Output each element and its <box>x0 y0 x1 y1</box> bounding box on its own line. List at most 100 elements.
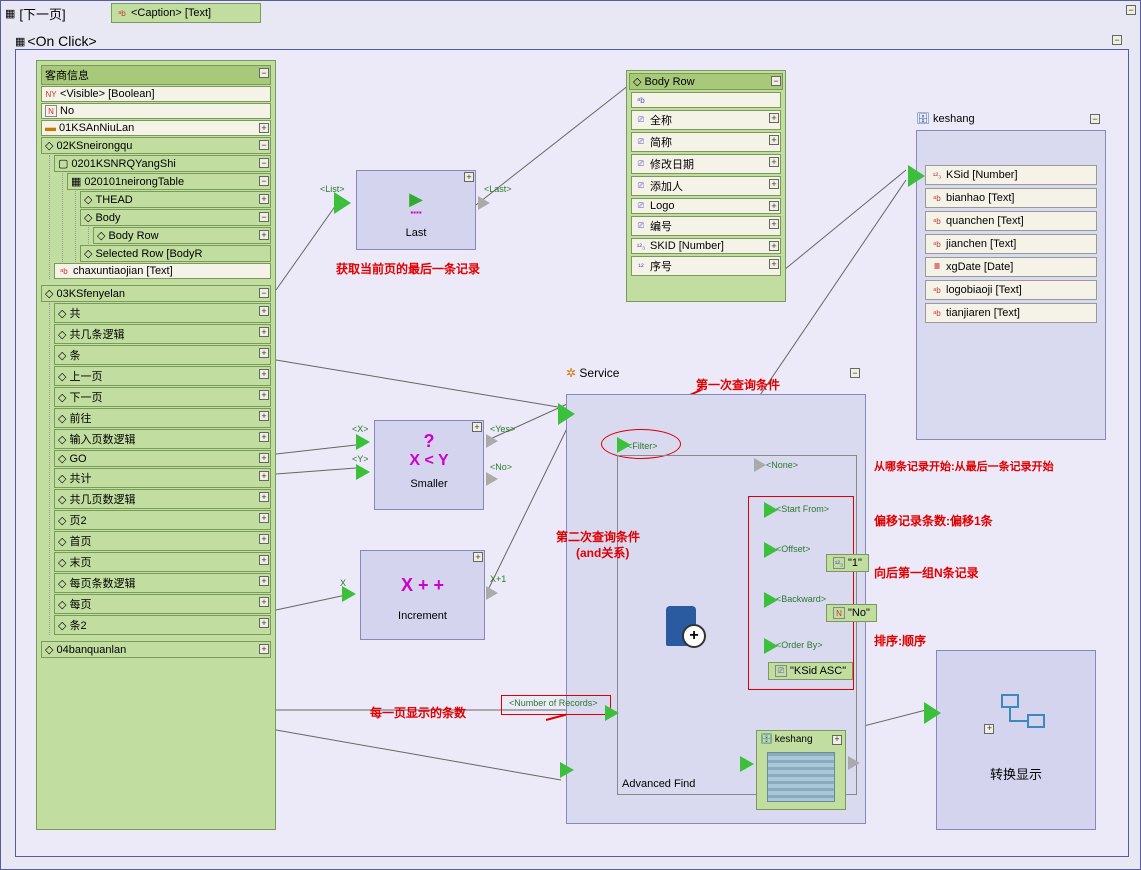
expand-icon[interactable]: + <box>259 348 269 358</box>
collapse-icon[interactable]: − <box>259 212 269 222</box>
port-x-icon[interactable] <box>356 434 370 450</box>
expand-icon[interactable]: + <box>259 411 269 421</box>
expand-icon[interactable]: + <box>259 555 269 565</box>
collapse-icon[interactable]: − <box>259 68 269 78</box>
collapse-icon[interactable]: − <box>771 76 781 86</box>
expand-icon[interactable]: + <box>259 123 269 133</box>
expand-icon[interactable]: + <box>259 230 269 240</box>
collapse-icon[interactable]: − <box>259 288 269 298</box>
expand-icon[interactable]: + <box>769 259 779 269</box>
expand-icon[interactable]: + <box>259 576 269 586</box>
keshang-collapse[interactable]: − <box>1090 114 1100 124</box>
expand-icon[interactable]: + <box>259 327 269 337</box>
offset-value[interactable]: ¹²₃ "1" <box>826 554 869 572</box>
tree-panel-title[interactable]: 客商信息 − <box>41 65 271 85</box>
tree-fenye-item[interactable]: ◇前往+ <box>54 408 271 428</box>
collapse-icon[interactable]: − <box>259 140 269 150</box>
keshang-field[interactable]: ᵃblogobiaoji [Text] <box>925 280 1097 300</box>
tree-anniulan[interactable]: ▬ 01KSAnNiuLan + <box>41 120 271 136</box>
expand-icon[interactable]: + <box>259 194 269 204</box>
tree-visible[interactable]: NY <Visible> [Boolean] <box>41 86 271 102</box>
tree-selectedrow[interactable]: ◇ Selected Row [BodyR <box>80 245 271 262</box>
tree-fenye-item[interactable]: ◇下一页+ <box>54 387 271 407</box>
tree-fenye-item[interactable]: ◇上一页+ <box>54 366 271 386</box>
tree-body[interactable]: ◇ Body − <box>80 209 271 226</box>
expand-icon[interactable]: + <box>464 172 474 182</box>
expand-icon[interactable]: + <box>259 453 269 463</box>
keshang-mini[interactable]: 🗄 keshang + <box>756 730 846 810</box>
keshang-in-icon[interactable] <box>908 165 925 187</box>
convert-in-icon[interactable] <box>924 702 941 724</box>
expand-icon[interactable]: + <box>769 113 779 123</box>
last-block[interactable]: + ▶ ▪▪▪▪ Last <box>356 170 476 250</box>
port-in-icon[interactable] <box>334 192 351 214</box>
port-tri[interactable] <box>560 762 574 778</box>
port-offset-icon[interactable] <box>764 542 778 558</box>
expand-icon[interactable]: + <box>472 422 482 432</box>
tree-fenyelan[interactable]: ◇ 03KSfenyelan − <box>41 285 271 302</box>
backward-value[interactable]: N "No" <box>826 604 877 622</box>
expand-icon[interactable]: + <box>259 597 269 607</box>
expand-icon[interactable]: + <box>259 390 269 400</box>
bodyrow-item[interactable]: ⎚全称+ <box>631 110 781 130</box>
service-in-icon[interactable] <box>558 403 575 425</box>
smaller-block[interactable]: + ? X < Y Smaller <box>374 420 484 510</box>
keshang-field[interactable]: ᵃbtianjiaren [Text] <box>925 303 1097 323</box>
keshang-field[interactable]: ¹²₃KSid [Number] <box>925 165 1097 185</box>
expand-icon[interactable]: + <box>769 219 779 229</box>
bodyrow-item[interactable]: ⎚简称+ <box>631 132 781 152</box>
port-yes-icon[interactable] <box>486 434 498 448</box>
keshang-mini-in-icon[interactable] <box>740 756 754 772</box>
expand-icon[interactable]: + <box>259 644 269 654</box>
port-y-icon[interactable] <box>356 464 370 480</box>
port-orderby-icon[interactable] <box>764 638 778 654</box>
expand-icon[interactable]: + <box>769 201 779 211</box>
port-no-icon[interactable] <box>486 472 498 486</box>
expand-icon[interactable]: + <box>259 534 269 544</box>
port-backward-icon[interactable] <box>764 592 778 608</box>
tree-fenye-item[interactable]: ◇输入页数逻辑+ <box>54 429 271 449</box>
port-out-icon[interactable] <box>478 196 490 210</box>
expand-icon[interactable]: + <box>259 369 269 379</box>
keshang-mini-out-icon[interactable] <box>848 756 860 770</box>
expand-icon[interactable]: + <box>984 724 994 734</box>
expand-icon[interactable]: + <box>259 513 269 523</box>
collapse-icon[interactable]: − <box>259 176 269 186</box>
keshang-field[interactable]: ᵃbquanchen [Text] <box>925 211 1097 231</box>
bodyrow-item[interactable]: ⎚Logo+ <box>631 198 781 214</box>
tree-yangshi[interactable]: ▢ 0201KSNRQYangShi − <box>54 155 271 172</box>
bodyrow-item[interactable]: ᵃb [Text]</span><span class="plus-btn" d… <box>631 92 781 108</box>
expand-icon[interactable]: + <box>769 135 779 145</box>
expand-icon[interactable]: + <box>259 471 269 481</box>
port-numrecords-icon[interactable] <box>605 705 619 721</box>
bodyrow-item[interactable]: ⎚编号+ <box>631 216 781 236</box>
tree-no[interactable]: N No <box>41 103 271 119</box>
expand-icon[interactable]: + <box>473 552 483 562</box>
tree-thead[interactable]: ◇ THEAD + <box>80 191 271 208</box>
port-none-icon[interactable] <box>754 458 766 472</box>
service-collapse[interactable]: − <box>850 368 860 378</box>
expand-icon[interactable]: + <box>259 618 269 628</box>
tree-chaxun[interactable]: ᵃb chaxuntiaojian [Text] <box>54 263 271 279</box>
tree-fenye-item[interactable]: ◇条+ <box>54 345 271 365</box>
tree-fenye-item[interactable]: ◇共+ <box>54 303 271 323</box>
tree-fenye-item[interactable]: ◇共几条逻辑+ <box>54 324 271 344</box>
collapse-icon[interactable]: − <box>259 158 269 168</box>
expand-icon[interactable]: + <box>259 432 269 442</box>
convert-block[interactable]: + 转换显示 <box>936 650 1096 830</box>
keshang-field[interactable]: ᵃbbianhao [Text] <box>925 188 1097 208</box>
port-x2-icon[interactable] <box>342 586 356 602</box>
tree-fenye-item[interactable]: ◇首页+ <box>54 531 271 551</box>
caption-field[interactable]: ᵃb <Caption> [Text] <box>111 3 261 23</box>
tree-banquan[interactable]: ◇ 04banquanlan + <box>41 641 271 658</box>
bodyrow-item[interactable]: ¹²序号+ <box>631 256 781 276</box>
tree-fenye-item[interactable]: ◇页2+ <box>54 510 271 530</box>
tree-fenye-item[interactable]: ◇每页条数逻辑+ <box>54 573 271 593</box>
onclick-collapse-icon[interactable]: − <box>1112 35 1122 45</box>
bodyrow-item[interactable]: ⎚修改日期+ <box>631 154 781 174</box>
increment-block[interactable]: + X + + Increment <box>360 550 485 640</box>
keshang-field[interactable]: ᵃbjianchen [Text] <box>925 234 1097 254</box>
tree-fenye-item[interactable]: ◇共几页数逻辑+ <box>54 489 271 509</box>
tree-fenye-item[interactable]: ◇GO+ <box>54 450 271 467</box>
bodyrow-title[interactable]: ◇ Body Row − <box>629 73 783 90</box>
